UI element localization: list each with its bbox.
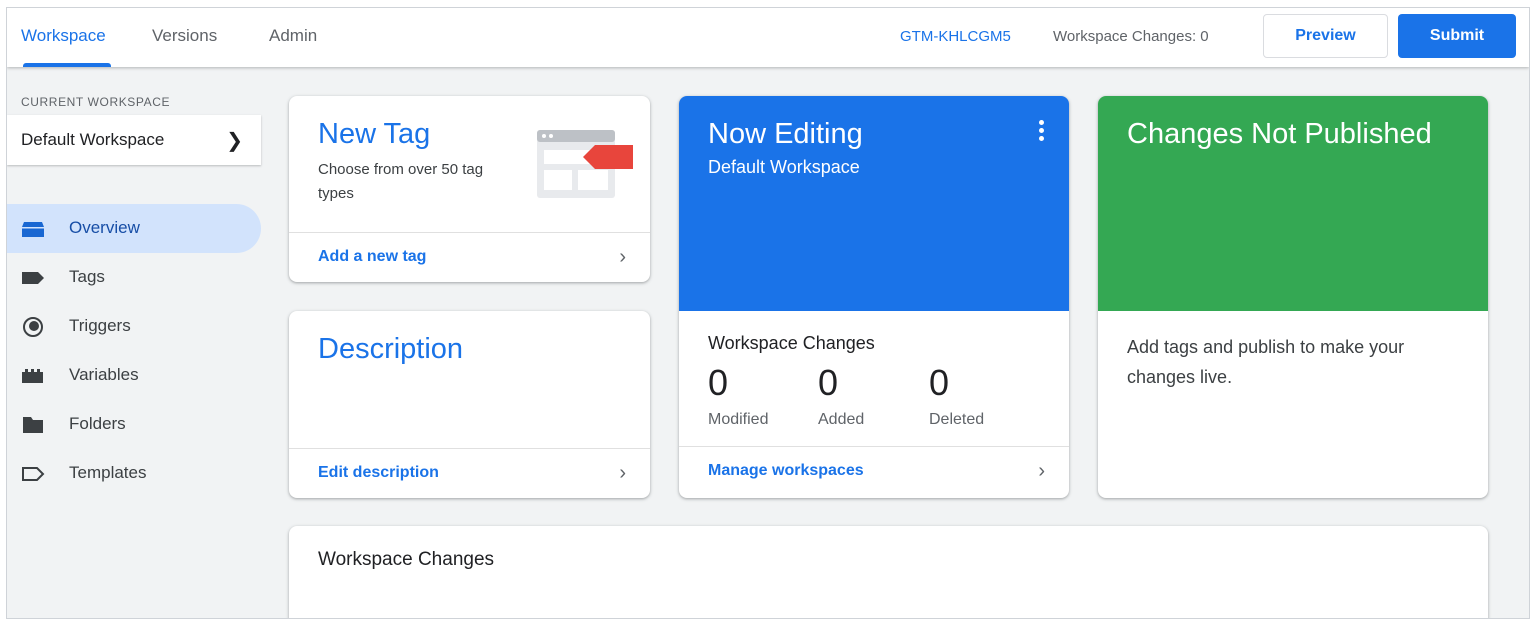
stat-value: 0	[929, 362, 950, 403]
workspace-changes-title: Workspace Changes	[318, 549, 495, 570]
stat-value: 0	[708, 362, 729, 403]
description-title: Description	[318, 333, 464, 365]
current-workspace-label: CURRENT WORKSPACE	[21, 95, 171, 109]
sidebar-item-overview[interactable]: Overview	[7, 204, 261, 253]
sidebar-item-label: Overview	[69, 218, 140, 237]
chevron-right-icon: ›	[1038, 460, 1045, 482]
workspace-changes-count: Workspace Changes: 0	[1053, 28, 1209, 45]
chevron-right-icon: ›	[619, 246, 626, 268]
edit-description-link[interactable]: Edit description	[318, 464, 439, 482]
card-divider	[679, 446, 1069, 447]
top-bar: Workspace Versions Admin GTM-KHLCGM5 Wor…	[7, 8, 1529, 67]
app-frame: Workspace Versions Admin GTM-KHLCGM5 Wor…	[6, 7, 1530, 619]
sidebar-item-variables[interactable]: Variables	[7, 351, 261, 400]
chevron-right-icon: ❯	[226, 130, 243, 152]
more-vert-icon[interactable]	[1037, 120, 1045, 144]
new-tag-title: New Tag	[318, 118, 431, 150]
tab-admin[interactable]: Admin	[269, 26, 317, 46]
tab-workspace[interactable]: Workspace	[21, 26, 106, 46]
stat-label: Deleted	[929, 411, 985, 428]
submit-button[interactable]: Submit	[1398, 14, 1516, 58]
tag-icon	[21, 268, 45, 288]
overview-icon	[21, 219, 45, 239]
tab-versions[interactable]: Versions	[152, 26, 217, 46]
container-id-link[interactable]: GTM-KHLCGM5	[900, 28, 1011, 45]
new-tag-subtitle: Choose from over 50 tag types	[318, 161, 484, 202]
sidebar-item-label: Tags	[69, 267, 105, 286]
stat-label: Added	[818, 411, 865, 428]
sidebar-item-triggers[interactable]: Triggers	[7, 302, 261, 351]
new-tag-card[interactable]: New Tag Choose from over 50 tag types Ad…	[289, 96, 650, 282]
sidebar-item-folders[interactable]: Folders	[7, 400, 261, 449]
sidebar-item-label: Folders	[69, 414, 126, 433]
workspace-changes-card: Workspace Changes	[289, 526, 1488, 618]
changes-not-published-card: Changes Not Published Add tags and publi…	[1098, 96, 1488, 498]
stat-label: Modified	[708, 411, 769, 428]
workspace-name: Default Workspace	[21, 130, 165, 149]
workspace-selector[interactable]: Default Workspace ❯	[7, 115, 261, 165]
folder-icon	[21, 415, 45, 435]
variables-icon	[21, 366, 45, 386]
active-tab-indicator	[23, 63, 111, 67]
chevron-right-icon: ›	[619, 462, 626, 484]
preview-button[interactable]: Preview	[1263, 14, 1388, 58]
card-divider	[289, 232, 650, 233]
trigger-icon	[21, 317, 45, 337]
sidebar-item-templates[interactable]: Templates	[7, 449, 261, 498]
workspace-changes-label: Workspace Changes	[708, 333, 875, 353]
add-new-tag-link[interactable]: Add a new tag	[318, 248, 426, 266]
manage-workspaces-link[interactable]: Manage workspaces	[708, 462, 864, 480]
stat-deleted: 0 Deleted	[929, 363, 984, 429]
stat-modified: 0 Modified	[708, 363, 768, 429]
changes-not-published-title: Changes Not Published	[1127, 118, 1432, 150]
sidebar-item-label: Triggers	[69, 316, 131, 335]
stat-added: 0 Added	[818, 363, 864, 429]
new-tag-illustration	[537, 130, 633, 198]
sidebar-nav: Overview Tags Triggers Variables Folders	[7, 204, 261, 498]
changes-not-published-body: Add tags and publish to make your change…	[1127, 337, 1405, 387]
template-icon	[21, 464, 45, 484]
now-editing-workspace: Default Workspace	[708, 157, 860, 177]
now-editing-card: Now Editing Default Workspace Workspace …	[679, 96, 1069, 498]
sidebar-item-label: Variables	[69, 365, 139, 384]
stat-value: 0	[818, 362, 839, 403]
sidebar-item-label: Templates	[69, 463, 147, 482]
now-editing-title: Now Editing	[708, 118, 863, 150]
description-card: Description Edit description ›	[289, 311, 650, 498]
card-divider	[289, 448, 650, 449]
sidebar-item-tags[interactable]: Tags	[7, 253, 261, 302]
